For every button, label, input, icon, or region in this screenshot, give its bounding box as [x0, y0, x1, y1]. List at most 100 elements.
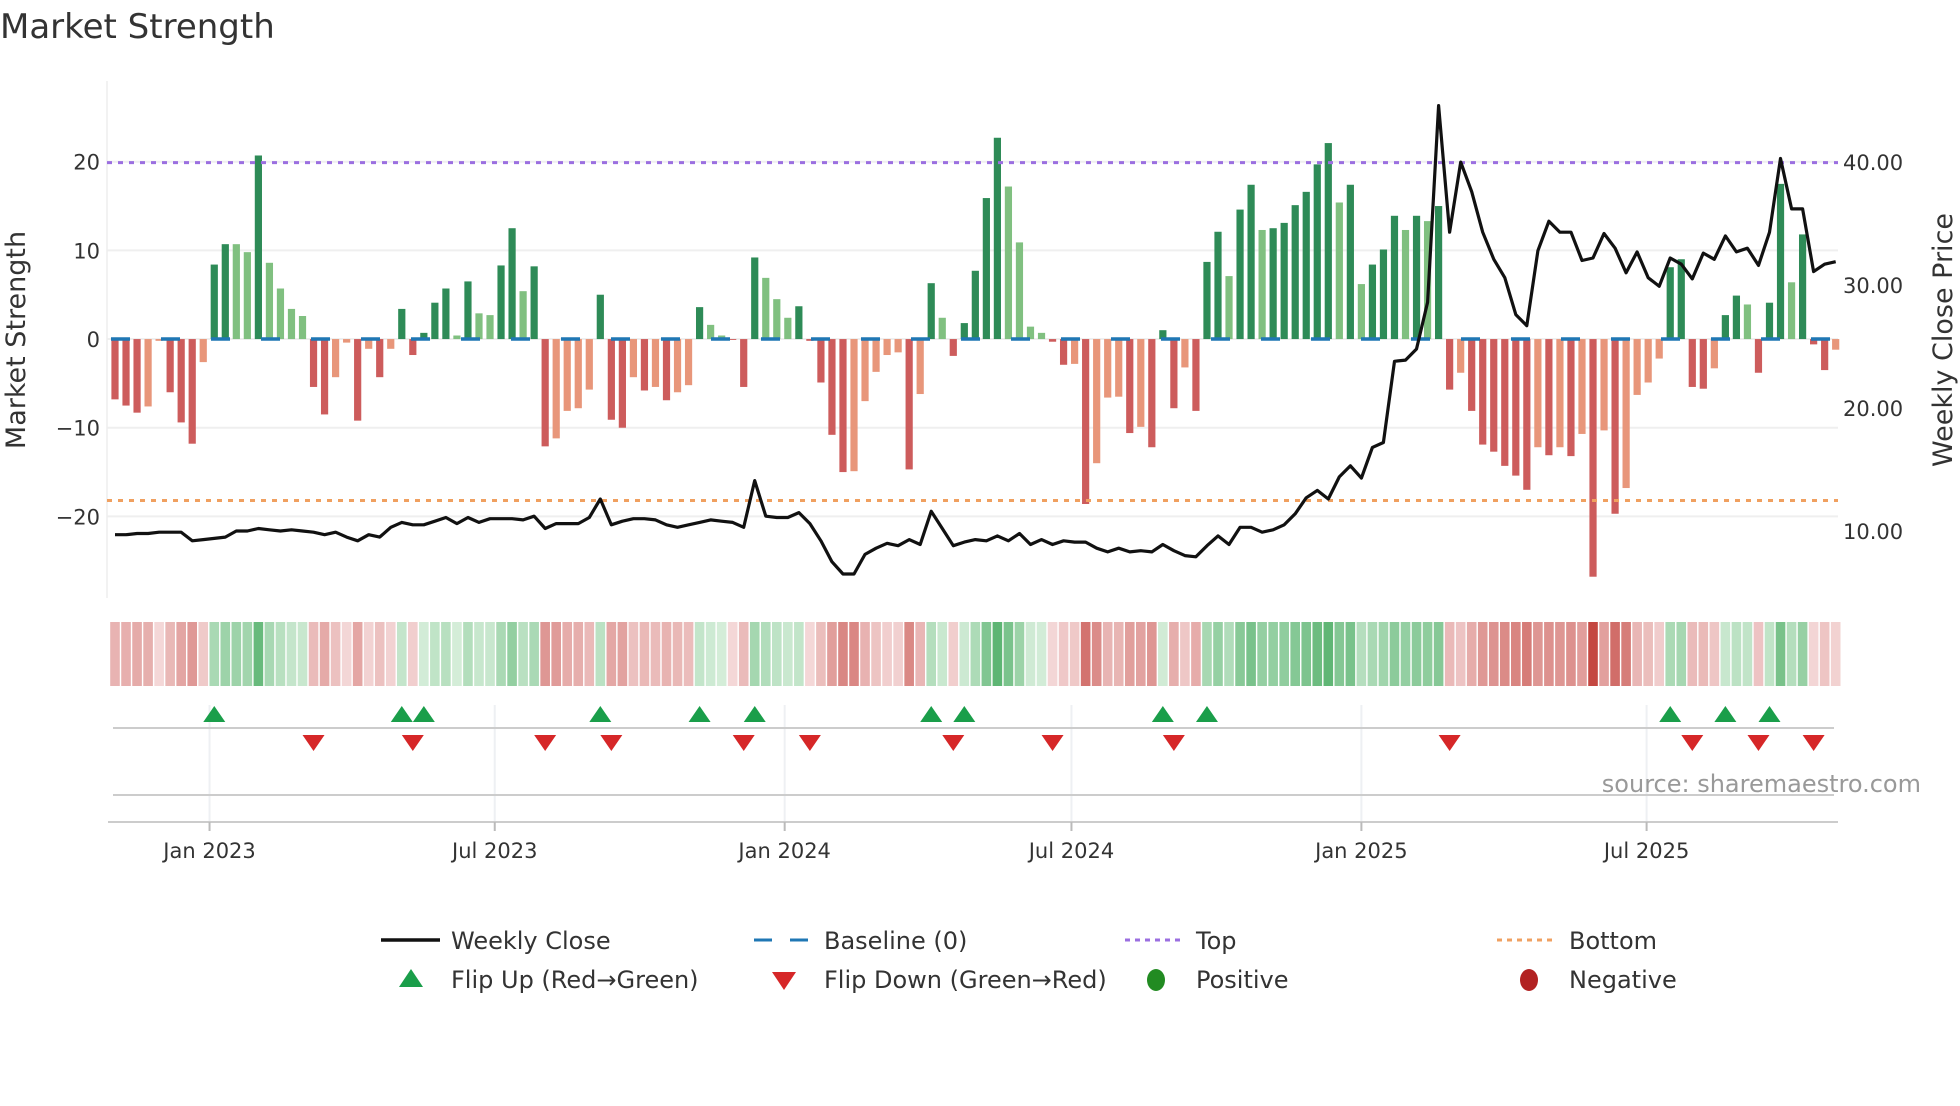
strength-bar: [1721, 315, 1729, 340]
legend-label: Flip Down (Green→Red): [824, 966, 1107, 994]
strength-bar: [1633, 339, 1641, 395]
strip-cell: [1797, 622, 1808, 686]
strip-cell: [231, 622, 242, 686]
strength-bar: [629, 339, 638, 378]
y2-tick-label: 40.00: [1843, 151, 1903, 175]
strength-bar: [905, 339, 913, 470]
strip-cell: [1202, 622, 1212, 686]
strip-cell: [1698, 622, 1709, 686]
strip-cell: [1169, 622, 1179, 686]
source-label: source: sharemaestro.com: [1602, 770, 1921, 798]
strength-bar: [960, 323, 968, 340]
legend-label: Flip Up (Red→Green): [451, 966, 699, 994]
strength-bar: [1699, 339, 1707, 389]
strip-cell: [242, 622, 253, 686]
strength-bar: [861, 339, 869, 402]
strip-cell: [396, 622, 407, 686]
legend-label: Negative: [1569, 966, 1677, 994]
strength-bar: [1390, 215, 1399, 340]
strip-cell: [1654, 622, 1664, 686]
flip-up-marker: [589, 706, 612, 722]
strength-bar: [1269, 228, 1277, 340]
strength-bar: [596, 294, 604, 340]
strength-bar: [1776, 183, 1785, 340]
strip-cell: [1378, 622, 1389, 686]
legend-item-flip-up: Flip Up (Red→Green): [399, 966, 699, 994]
strip-cell: [595, 622, 606, 686]
strength-bar: [1732, 295, 1741, 340]
strip-cell: [904, 622, 914, 686]
lower-panel-gridlines: [208, 705, 1648, 822]
strip-cell: [562, 622, 573, 686]
strip-cell: [430, 622, 440, 686]
strength-bar: [1490, 339, 1498, 452]
strip-cell: [1213, 622, 1223, 686]
strip-cell: [143, 622, 153, 686]
strength-bar: [1611, 339, 1619, 514]
strip-cell: [485, 622, 495, 686]
strength-bar: [1688, 339, 1696, 387]
strip-cell: [639, 622, 650, 686]
negative-dot-icon: [1520, 969, 1538, 991]
strip-cell: [1742, 622, 1753, 686]
strength-bar: [1346, 184, 1354, 340]
strip-cell: [683, 622, 694, 686]
strip-cell: [452, 622, 462, 686]
flip-up-marker: [920, 706, 943, 722]
strength-bar: [1048, 339, 1057, 342]
strip-cell: [1808, 622, 1819, 686]
strength-bar: [1324, 143, 1332, 340]
strength-bar: [552, 339, 560, 439]
strength-bar: [850, 339, 858, 472]
strip-cell: [132, 622, 142, 686]
flip-down-marker: [1747, 735, 1770, 751]
strength-bar: [541, 339, 549, 447]
strength-bar: [784, 317, 792, 340]
strength-bar: [1523, 339, 1531, 490]
flip-up-marker: [1758, 706, 1781, 722]
strength-bar: [1214, 231, 1222, 340]
strip-cell: [760, 622, 771, 686]
strip-cell: [893, 622, 903, 686]
strength-heat-strip: [110, 622, 1841, 686]
strip-cell: [463, 622, 473, 686]
strength-bar: [916, 339, 924, 395]
strip-cell: [749, 622, 760, 686]
strength-bar: [122, 339, 130, 406]
strength-bar: [938, 317, 946, 340]
flip-up-marker: [688, 706, 711, 722]
flip-down-marker: [401, 735, 424, 751]
strip-cell: [1533, 622, 1543, 686]
legend-item-weekly-close: Weekly Close: [381, 927, 611, 955]
right-y-ticks: 40.00 30.00 20.00 10.00: [1843, 151, 1903, 544]
strength-bar: [1798, 234, 1807, 340]
strength-bar: [651, 339, 660, 387]
strip-cell: [1290, 622, 1301, 686]
strength-bar: [894, 339, 902, 353]
strength-bar: [486, 315, 494, 340]
strip-cell: [1444, 622, 1455, 686]
strip-cell: [816, 622, 826, 686]
strength-bar: [232, 244, 240, 340]
strip-cell: [1819, 622, 1830, 686]
strength-bar: [1743, 304, 1752, 340]
strength-bar: [508, 228, 516, 340]
legend-label: Top: [1195, 927, 1237, 955]
flip-down-marker: [600, 735, 623, 751]
strength-bar: [1236, 209, 1244, 340]
x-tick-label: Jul 2023: [450, 839, 537, 863]
strength-bar: [1622, 339, 1630, 489]
strip-cell: [705, 622, 716, 686]
strip-cell: [286, 622, 297, 686]
strength-bar: [1037, 332, 1046, 340]
strength-bar: [276, 288, 285, 340]
strip-cell: [1411, 622, 1422, 686]
strength-bar: [695, 307, 704, 340]
flip-down-marker: [1162, 735, 1185, 751]
strength-bar: [1258, 229, 1266, 340]
y-tick-label: 0: [87, 328, 100, 352]
x-tick-label: Jan 2023: [161, 839, 256, 863]
strip-cell: [1786, 622, 1797, 686]
strip-cell: [1499, 622, 1510, 686]
y2-tick-label: 30.00: [1843, 274, 1903, 298]
